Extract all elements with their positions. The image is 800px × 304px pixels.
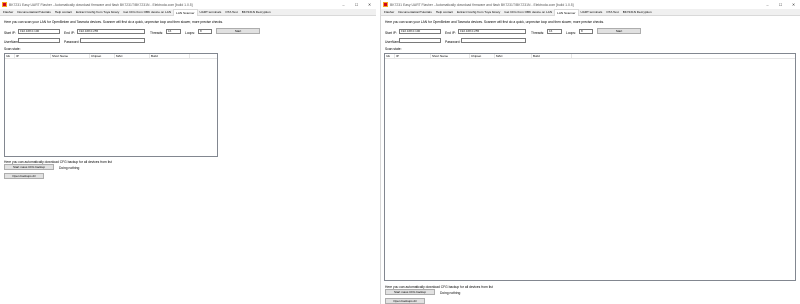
app-logo-icon — [383, 2, 388, 7]
tab-extract-config[interactable]: Extract Config from Tuya binary — [455, 9, 502, 16]
password-label: Password: — [64, 40, 80, 44]
tab-ota-test[interactable]: OTA Test — [604, 9, 620, 16]
column-build[interactable]: Build — [532, 54, 572, 59]
threads-field[interactable]: 16 — [547, 29, 562, 34]
column-idx[interactable]: Idx — [385, 54, 395, 59]
column-chipset[interactable]: Chipset — [90, 54, 115, 59]
start-ip-field[interactable]: 192.168.0.100 — [18, 29, 60, 34]
column-ip[interactable]: IP — [395, 54, 431, 59]
tab-lan-scanner[interactable]: LAN Scanner — [554, 9, 579, 16]
minimize-icon[interactable]: – — [761, 0, 774, 9]
status-text: Doing nothing — [59, 166, 80, 170]
column-short-name[interactable]: Short Name — [431, 54, 470, 59]
column-short-name[interactable]: Short Name — [51, 54, 90, 59]
scanner-description: Here you can scan your LAN for OpenBeken… — [4, 20, 224, 24]
start-ip-label: Start IP: — [4, 31, 16, 35]
minimize-icon[interactable]: – — [337, 0, 350, 9]
tab-lan-scanner[interactable]: LAN Scanner — [173, 9, 198, 16]
devices-list[interactable]: Idx IP Short Name Chipset MAC Build — [384, 53, 796, 281]
column-mac[interactable]: MAC — [495, 54, 532, 59]
devices-list-header: Idx IP Short Name Chipset MAC Build — [385, 54, 795, 59]
end-ip-label: End IP: — [445, 31, 456, 35]
title-bar[interactable]: BK7231 Easy UART Flasher - Automatically… — [0, 0, 376, 9]
password-label: Password: — [445, 40, 461, 44]
tab-ota-test[interactable]: OTA Test — [223, 9, 239, 16]
end-ip-field[interactable]: 192.168.0.255 — [458, 29, 526, 34]
loops-label: Loops: — [185, 31, 195, 35]
devices-list[interactable]: Idx IP Short Name Chipset MAC Build — [4, 53, 218, 157]
start-button[interactable]: Start — [216, 28, 260, 34]
tab-flasher[interactable]: Flasher — [382, 9, 396, 16]
end-ip-field[interactable]: 192.168.0.255 — [77, 29, 145, 34]
column-ip[interactable]: IP — [15, 54, 51, 59]
mass-backup-button[interactable]: Start mass CFG backup — [4, 164, 54, 170]
lan-scanner-panel: Here you can scan your LAN for OpenBeken… — [0, 16, 376, 304]
column-build[interactable]: Build — [150, 54, 190, 59]
start-ip-label: Start IP: — [385, 31, 397, 35]
password-field[interactable] — [80, 38, 145, 43]
tab-strip: Flasher Documentation/Tutorials Help con… — [0, 9, 376, 16]
loops-label: Loops: — [566, 31, 576, 35]
start-button[interactable]: Start — [597, 28, 641, 34]
tab-bk7231n-decryption[interactable]: BK7231N Decryption — [240, 9, 273, 16]
status-text: Doing nothing — [440, 291, 461, 295]
start-ip-field[interactable]: 192.168.0.100 — [399, 29, 441, 34]
close-icon[interactable]: ✕ — [363, 0, 376, 9]
close-icon[interactable]: ✕ — [787, 0, 800, 9]
username-field[interactable] — [18, 38, 60, 43]
threads-field[interactable]: 16 — [166, 29, 181, 34]
column-chipset[interactable]: Chipset — [470, 54, 495, 59]
column-idx[interactable]: Idx — [5, 54, 15, 59]
tab-help-contact[interactable]: Help contact — [53, 9, 74, 16]
tab-uart-terminals[interactable]: UART terminals — [198, 9, 224, 16]
tab-documentation[interactable]: Documentation/Tutorials — [15, 9, 52, 16]
tab-help-contact[interactable]: Help contact — [434, 9, 455, 16]
window-right: BK7231 Easy UART Flasher - Automatically… — [380, 0, 800, 304]
lan-scanner-panel: Here you can scan your LAN for OpenBeken… — [381, 16, 800, 304]
app-logo-icon — [2, 2, 7, 7]
window-title: BK7231 Easy UART Flasher - Automatically… — [390, 2, 574, 7]
scanner-description: Here you can scan your LAN for OpenBeken… — [385, 20, 605, 24]
loops-field[interactable]: 8 — [579, 29, 593, 34]
tab-get-cfg-obk[interactable]: Get CFG from OBK device on LAN — [121, 9, 173, 16]
threads-label: Threads: — [531, 31, 545, 35]
tab-bk7231n-decryption[interactable]: BK7231N Decryption — [621, 9, 654, 16]
mass-backup-button[interactable]: Start mass CFG backup — [385, 289, 435, 295]
open-backups-button[interactable]: Open backups dir — [385, 298, 425, 304]
title-bar[interactable]: BK7231 Easy UART Flasher - Automatically… — [381, 0, 800, 9]
tab-extract-config[interactable]: Extract Config from Tuya binary — [74, 9, 121, 16]
tab-strip: Flasher Documentation/Tutorials Help con… — [381, 9, 800, 16]
tab-get-cfg-obk[interactable]: Get CFG from OBK device on LAN — [502, 9, 554, 16]
end-ip-label: End IP: — [64, 31, 75, 35]
maximize-icon[interactable]: ☐ — [774, 0, 787, 9]
column-mac[interactable]: MAC — [115, 54, 150, 59]
window-title: BK7231 Easy UART Flasher - Automatically… — [9, 2, 193, 7]
open-backups-button[interactable]: Open backups dir — [4, 173, 44, 179]
scan-state-label: Scan state: — [385, 47, 402, 51]
tab-flasher[interactable]: Flasher — [1, 9, 15, 16]
threads-label: Threads: — [150, 31, 164, 35]
username-field[interactable] — [399, 38, 441, 43]
maximize-icon[interactable]: ☐ — [350, 0, 363, 9]
password-field[interactable] — [461, 38, 526, 43]
window-left: BK7231 Easy UART Flasher - Automatically… — [0, 0, 376, 304]
scan-state-label: Scan state: — [4, 47, 21, 51]
loops-field[interactable]: 8 — [198, 29, 212, 34]
devices-list-header: Idx IP Short Name Chipset MAC Build — [5, 54, 217, 59]
tab-documentation[interactable]: Documentation/Tutorials — [396, 9, 433, 16]
tab-uart-terminals[interactable]: UART terminals — [579, 9, 605, 16]
